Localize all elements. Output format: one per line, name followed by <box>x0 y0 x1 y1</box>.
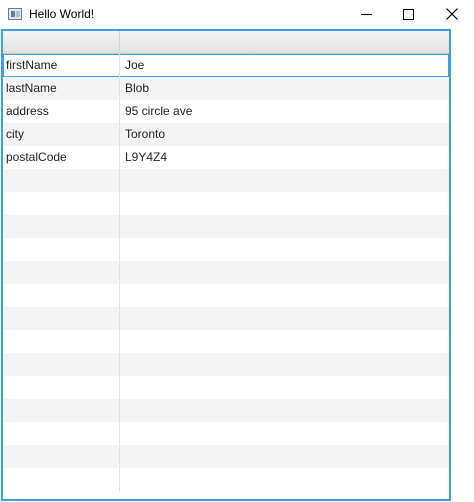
column-header-key[interactable] <box>3 31 120 53</box>
cell-key[interactable]: lastName <box>3 77 120 100</box>
empty-table-row <box>3 215 449 238</box>
cell-key[interactable]: city <box>3 123 120 146</box>
cell-key[interactable]: firstName <box>3 54 120 77</box>
app-window: Hello World! firstName Joe lastName Blob… <box>0 0 474 502</box>
close-button[interactable] <box>430 0 474 29</box>
table-row[interactable]: address 95 circle ave <box>3 100 449 123</box>
empty-table-row <box>3 192 449 215</box>
minimize-icon <box>361 14 372 15</box>
empty-table-row <box>3 376 449 399</box>
empty-table-row <box>3 468 449 491</box>
cell-key[interactable]: address <box>3 100 120 123</box>
window-title: Hello World! <box>29 7 95 21</box>
empty-table-row <box>3 238 449 261</box>
empty-table-row <box>3 261 449 284</box>
table-row[interactable]: lastName Blob <box>3 77 449 100</box>
cell-value[interactable]: Joe <box>120 54 449 77</box>
cell-key[interactable]: postalCode <box>3 146 120 169</box>
empty-table-row <box>3 399 449 422</box>
cell-value[interactable]: Toronto <box>120 123 449 146</box>
title-bar[interactable]: Hello World! <box>0 0 474 29</box>
empty-table-row <box>3 169 449 192</box>
maximize-button[interactable] <box>386 0 430 29</box>
table-header <box>3 31 449 54</box>
minimize-button[interactable] <box>344 0 388 29</box>
table-row[interactable]: firstName Joe <box>3 54 449 77</box>
column-header-value[interactable] <box>120 31 449 53</box>
empty-table-row <box>3 330 449 353</box>
empty-table-row <box>3 353 449 376</box>
table-row[interactable]: postalCode L9Y4Z4 <box>3 146 449 169</box>
empty-table-row <box>3 307 449 330</box>
empty-table-row <box>3 445 449 468</box>
table-row[interactable]: city Toronto <box>3 123 449 146</box>
cell-value[interactable]: Blob <box>120 77 449 100</box>
maximize-icon <box>403 9 414 20</box>
close-icon <box>446 8 458 20</box>
cell-value[interactable]: L9Y4Z4 <box>120 146 449 169</box>
cell-value[interactable]: 95 circle ave <box>120 100 449 123</box>
java-app-icon <box>8 8 22 20</box>
empty-table-row <box>3 284 449 307</box>
empty-table-row <box>3 422 449 445</box>
table-view[interactable]: firstName Joe lastName Blob address 95 c… <box>1 29 451 501</box>
table-body: firstName Joe lastName Blob address 95 c… <box>3 54 449 491</box>
window-background <box>451 29 474 502</box>
